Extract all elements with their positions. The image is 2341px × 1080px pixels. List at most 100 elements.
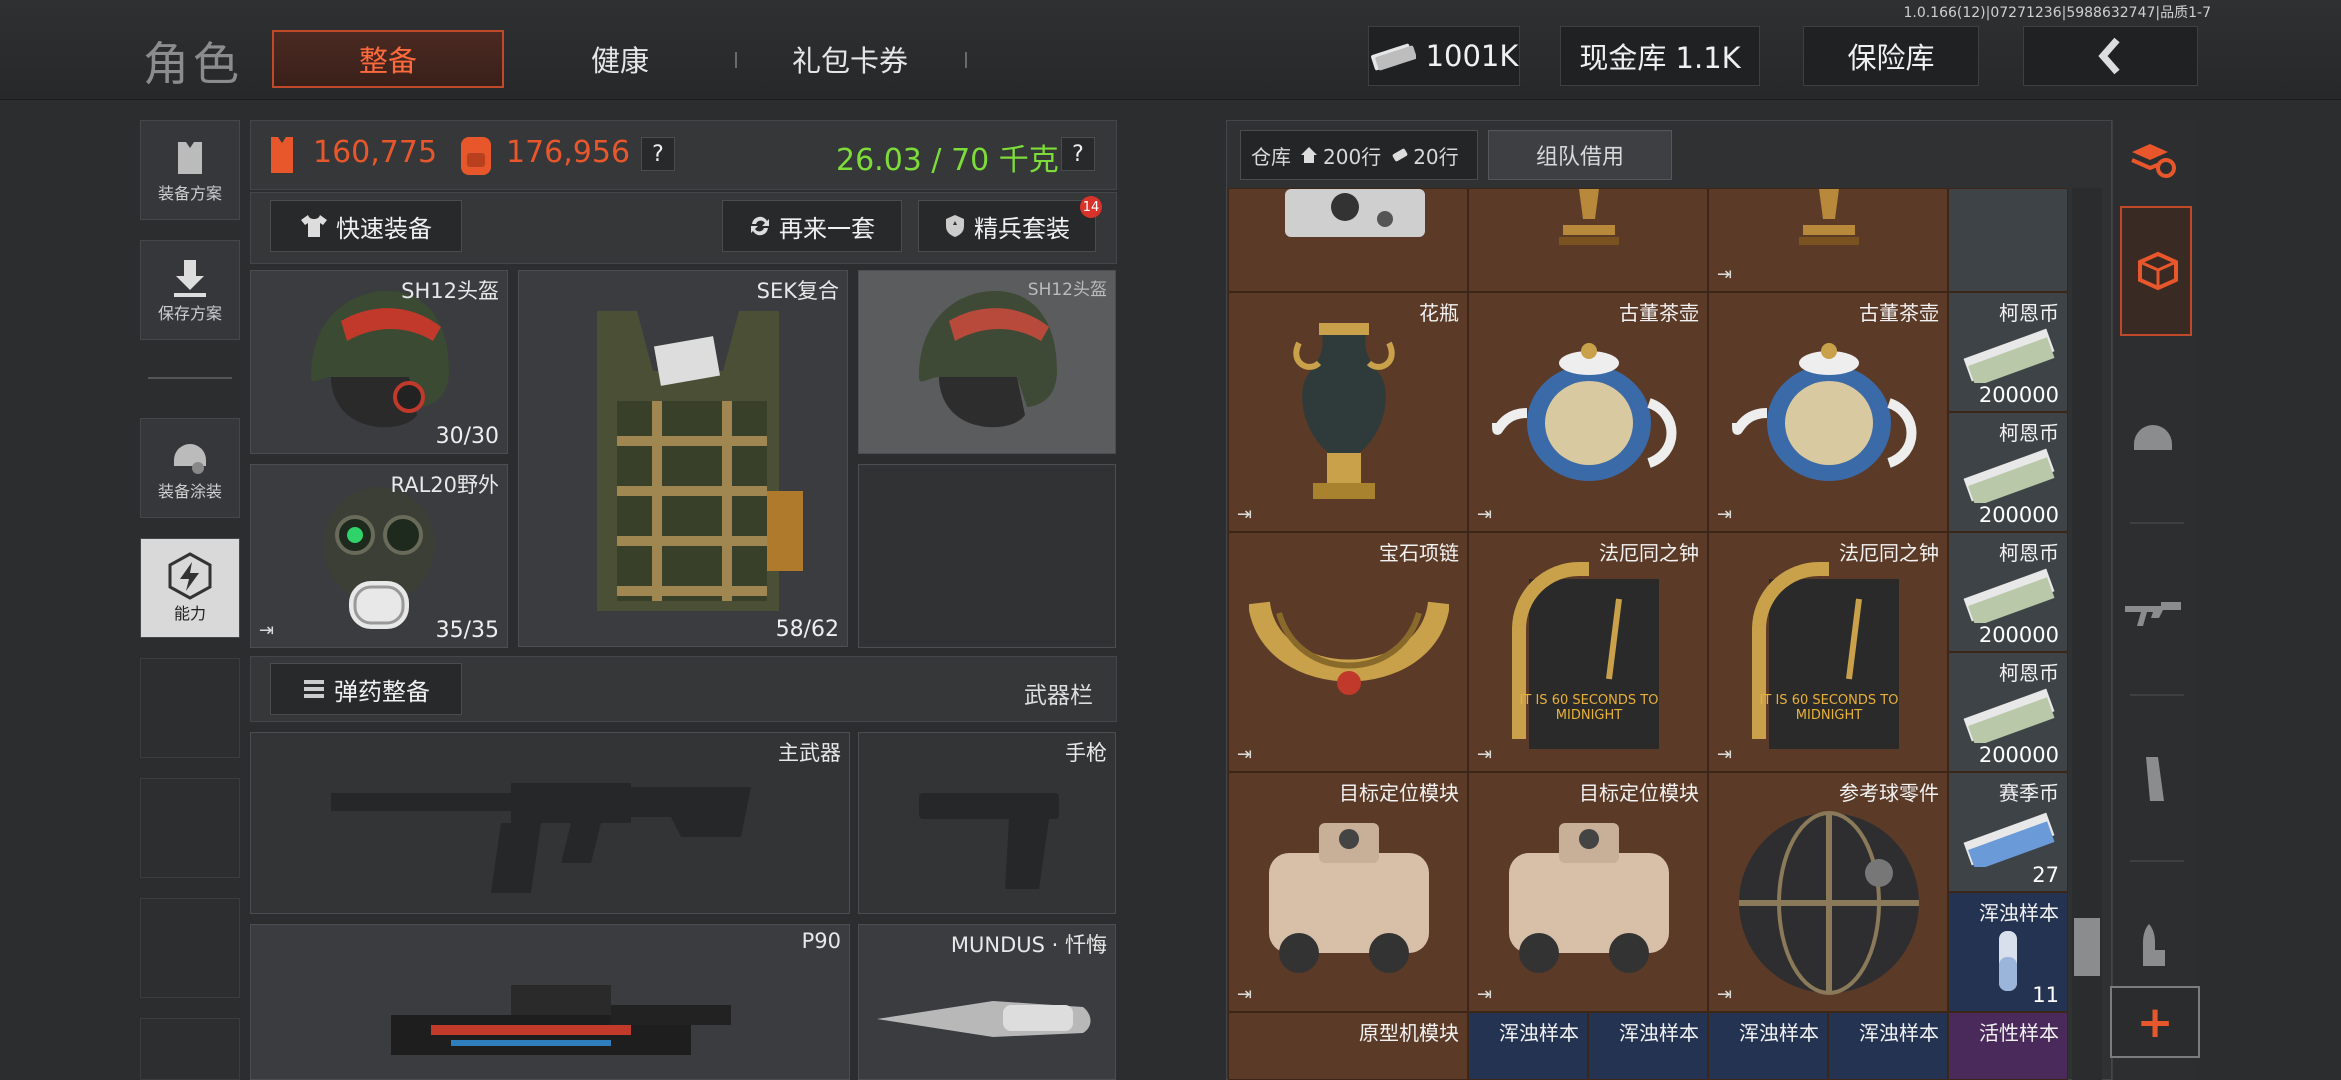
grid-item-sample[interactable]: 浑浊样本 [1468, 1012, 1588, 1080]
grid-item-sample[interactable]: 浑浊样本 11 [1948, 892, 2068, 1012]
grid-item-vase[interactable]: 花瓶 ⇥ [1228, 292, 1468, 532]
tab-gift[interactable]: 礼包卡券 [760, 30, 940, 88]
elite-badge: 14 [1080, 196, 1102, 218]
vase-base-icon [1799, 189, 1859, 245]
weapon-slot-primary[interactable]: 主武器 [250, 732, 850, 914]
grid-item-coin[interactable]: 柯恩币 200000 [1948, 652, 2068, 772]
sidebar-paint[interactable]: 装备涂装 [140, 418, 240, 518]
filter-helmet-button[interactable] [2118, 386, 2188, 486]
grid-item-coin[interactable]: 柯恩币 200000 [1948, 292, 2068, 412]
sidebar-label: 装备方案 [157, 184, 222, 203]
move-icon[interactable]: ⇥ [1717, 984, 1732, 1005]
equip-value: 160,775 [313, 135, 438, 170]
scrollbar-thumb[interactable] [2074, 918, 2100, 976]
shirt-icon [301, 215, 327, 237]
sidebar-ability[interactable]: 能力 [140, 538, 240, 638]
gear-durability: 30/30 [435, 424, 499, 449]
gear-slot-empty[interactable] [858, 464, 1116, 648]
move-icon[interactable]: ⇥ [1717, 504, 1732, 525]
grid-item-targeting-module[interactable]: 目标定位模块 ⇥ [1468, 772, 1708, 1012]
grid-item-label: 法厄同之钟 [1599, 541, 1699, 565]
vase-icon [1293, 323, 1395, 499]
tab-health[interactable]: 健康 [540, 30, 700, 88]
grid-item-count: 200000 [1978, 623, 2059, 647]
currency-display[interactable]: 1001K [1368, 26, 1520, 86]
again-button[interactable]: 再来一套 [722, 200, 902, 252]
ammo-equip-button[interactable]: 弹药整备 [270, 663, 462, 715]
move-icon[interactable]: ⇥ [1477, 744, 1492, 765]
move-icon[interactable]: ⇥ [1237, 744, 1252, 765]
quick-equip-button[interactable]: 快速装备 [270, 200, 462, 252]
sidebar-save-plan[interactable]: 保存方案 [140, 240, 240, 340]
grid-item-season-coin[interactable]: 赛季币 27 [1948, 772, 2068, 892]
filter-divider [2130, 522, 2184, 524]
grid-item-sphere-part[interactable]: 参考球零件 ⇥ [1708, 772, 1948, 1012]
move-icon[interactable]: ⇥ [1477, 504, 1492, 525]
grid-item-vase-bottom[interactable]: ⇥ [1708, 188, 1948, 292]
quick-equip-label: 快速装备 [336, 214, 432, 243]
coin-stack-icon [1963, 812, 2055, 867]
storage-info[interactable]: 仓库 200行 20行 [1240, 130, 1478, 180]
tab-equip[interactable]: 整备 [272, 30, 504, 88]
cash-store-button[interactable]: 现金库 1.1K [1560, 26, 1760, 86]
grid-item-prototype[interactable]: 原型机模块 [1228, 1012, 1468, 1080]
helmet-icon [919, 291, 1057, 428]
move-icon[interactable]: ⇥ [1237, 984, 1252, 1005]
grid-item-necklace[interactable]: 宝石项链 ⇥ [1228, 532, 1468, 772]
add-filter-button[interactable]: + [2110, 986, 2200, 1058]
grid-item-coin[interactable]: 柯恩币 200000 [1948, 412, 2068, 532]
grid-item-teapot[interactable]: 古董茶壶 ⇥ [1468, 292, 1708, 532]
pistol-icon [919, 793, 1059, 889]
move-icon[interactable]: ⇥ [1237, 504, 1252, 525]
version-text: 1.0.166(12)|07271236|5988632747|品质1-7 [1903, 5, 2211, 21]
download-icon [174, 260, 206, 297]
radio-device-icon [1285, 189, 1425, 237]
grid-item-clock[interactable]: IT IS 60 SECONDS TO MIDNIGHT 法厄同之钟 ⇥ [1708, 532, 1948, 772]
grid-item-active-sample[interactable]: 活性样本 [1948, 1012, 2068, 1080]
sidebar-equip-plan[interactable]: 装备方案 [140, 120, 240, 220]
gear-label: SH12头盔 [401, 279, 499, 303]
weight-help-button[interactable]: ? [1061, 137, 1095, 171]
elite-button[interactable]: 精兵套装 [918, 200, 1096, 252]
filter-divider [2130, 860, 2184, 862]
grid-item-sample[interactable]: 浑浊样本 [1828, 1012, 1948, 1080]
elite-label: 精兵套装 [974, 214, 1070, 243]
safe-button[interactable]: 保险库 [1803, 26, 1979, 86]
grid-item-coin[interactable]: 柯恩币 200000 [1948, 532, 2068, 652]
sidebar-empty-slot [140, 778, 240, 878]
grid-item-sample[interactable]: 浑浊样本 [1588, 1012, 1708, 1080]
back-button[interactable] [2023, 26, 2198, 86]
gear-slot-helmet-preview[interactable]: SH12头盔 [858, 270, 1116, 454]
move-icon[interactable]: ⇥ [1717, 744, 1732, 765]
weapon-slot-pistol[interactable]: 手枪 [858, 732, 1116, 914]
weapon-slot-p90[interactable]: P90 [250, 924, 850, 1080]
grid-item-radio[interactable] [1228, 188, 1468, 292]
unequip-icon[interactable]: ⇥ [259, 620, 274, 641]
value-help-button[interactable]: ? [641, 137, 675, 171]
move-icon[interactable]: ⇥ [1717, 264, 1732, 285]
grid-item-targeting-module[interactable]: 目标定位模块 ⇥ [1228, 772, 1468, 1012]
weapon-label: MUNDUS · 忏悔 [950, 933, 1107, 957]
filter-all-button[interactable] [2118, 110, 2188, 210]
grid-item-clock[interactable]: IT IS 60 SECONDS TO MIDNIGHT 法厄同之钟 ⇥ [1468, 532, 1708, 772]
filter-magazine-button[interactable] [2118, 730, 2188, 830]
filter-storage-tab[interactable] [2120, 206, 2192, 336]
team-borrow-tab[interactable]: 组队借用 [1488, 130, 1672, 180]
move-icon[interactable]: ⇥ [1477, 984, 1492, 1005]
grid-item-label: 浑浊样本 [1859, 1021, 1939, 1045]
grid-item-teapot[interactable]: 古董茶壶 ⇥ [1708, 292, 1948, 532]
teapot-icon [1492, 343, 1677, 481]
grid-item-label: 宝石项链 [1379, 541, 1459, 565]
gear-slot-mask[interactable]: RAL20野外 35/35 ⇥ [250, 464, 508, 648]
gear-slot-armor[interactable]: SEK复合 58/62 [518, 270, 848, 647]
grid-item-label: 活性样本 [1979, 1021, 2059, 1045]
filter-rifle-button[interactable] [2118, 560, 2188, 660]
grid-item-vase-bottom[interactable] [1468, 188, 1708, 292]
grid-empty [1948, 188, 2068, 292]
gear-slot-helmet[interactable]: SH12头盔 30/30 [250, 270, 508, 454]
sidebar-empty-slot [140, 898, 240, 998]
grid-item-sample[interactable]: 浑浊样本 [1708, 1012, 1828, 1080]
gear-label: RAL20野外 [390, 473, 499, 497]
filter-ammo-button[interactable] [2118, 896, 2188, 996]
weapon-slot-melee[interactable]: MUNDUS · 忏悔 [858, 924, 1116, 1080]
